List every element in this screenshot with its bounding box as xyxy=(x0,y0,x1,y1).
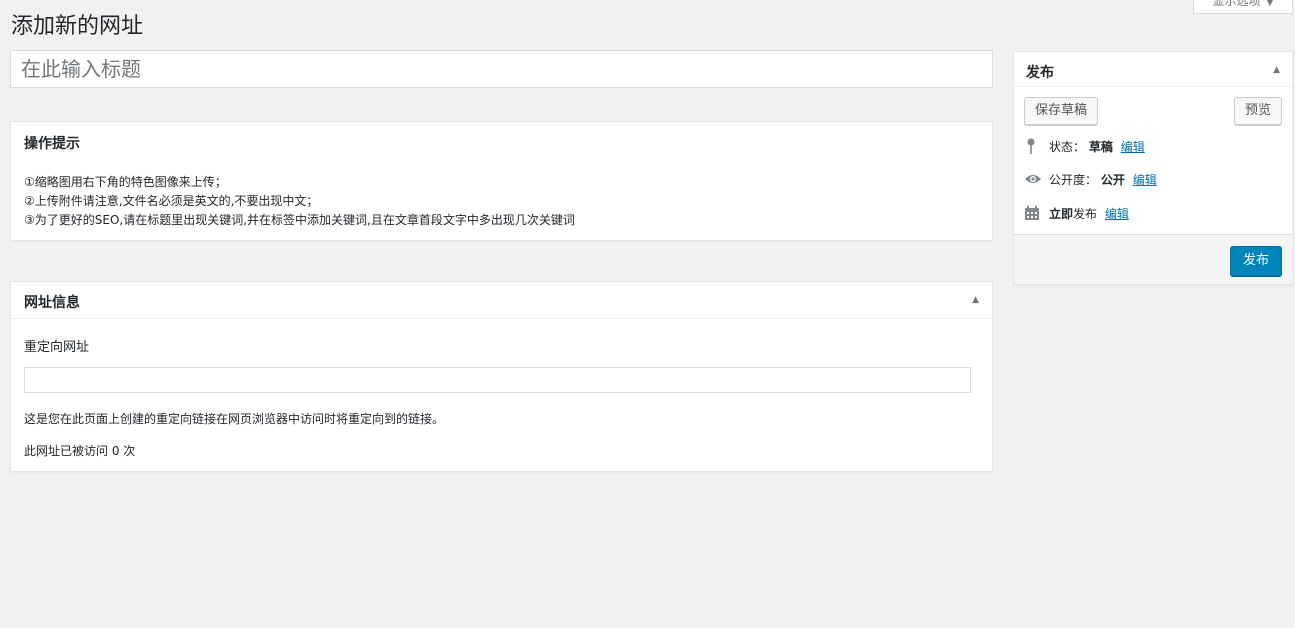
redirect-url-description: 这是您在此页面上创建的重定向链接在网页浏览器中访问时将重定向到的链接。 xyxy=(24,412,445,426)
save-draft-button[interactable]: 保存草稿 xyxy=(1024,97,1099,125)
post-title-input[interactable] xyxy=(10,50,993,88)
status-row: 状态： 草稿 编辑 xyxy=(1024,137,1145,158)
collapse-toggle-icon[interactable]: ▲ xyxy=(972,295,979,305)
edit-visibility-link[interactable]: 编辑 xyxy=(1133,173,1157,187)
triangle-down-icon: ▼ xyxy=(1266,0,1274,8)
notice-line: ③为了更好的SEO,请在标题里出现关键词,并在标签中添加关键词,且在文章首段文字… xyxy=(24,213,575,227)
calendar-icon xyxy=(1024,205,1042,224)
edit-schedule-link[interactable]: 编辑 xyxy=(1105,207,1129,221)
visit-count-text: 此网址已被访问 0 次 xyxy=(24,444,136,458)
visibility-value: 公开 xyxy=(1100,173,1125,187)
publish-box: 发布 ▲ 保存草稿 预览 状态： 草稿 编辑 公开度： 公开 编辑 立即发布 编… xyxy=(1013,51,1293,285)
edit-status-link[interactable]: 编辑 xyxy=(1121,140,1145,154)
notice-box-title: 操作提示 xyxy=(24,136,80,152)
schedule-label: 发布 xyxy=(1073,207,1098,221)
schedule-immediate: 立即 xyxy=(1049,207,1074,221)
notice-box: 操作提示 ①缩略图用右下角的特色图像来上传； ②上传附件请注意,文件名必须是英文… xyxy=(10,121,993,241)
preview-button[interactable]: 预览 xyxy=(1233,97,1282,125)
url-info-title: 网址信息 xyxy=(24,295,80,311)
status-label: 状态： xyxy=(1049,140,1086,154)
status-value: 草稿 xyxy=(1088,140,1113,154)
pin-icon xyxy=(1024,137,1042,158)
visibility-row: 公开度： 公开 编辑 xyxy=(1024,171,1157,189)
url-info-box: 网址信息 ▲ 重定向网址 这是您在此页面上创建的重定向链接在网页浏览器中访问时将… xyxy=(10,281,993,472)
publish-actions: 发布 xyxy=(1014,234,1292,284)
redirect-url-label: 重定向网址 xyxy=(24,340,90,355)
redirect-url-input[interactable] xyxy=(24,367,971,393)
screen-options-label: 显示选项 xyxy=(1212,0,1261,8)
screen-options-button[interactable]: 显示选项 ▼ xyxy=(1193,0,1293,14)
publish-box-title: 发布 xyxy=(1026,65,1054,81)
notice-line: ②上传附件请注意,文件名必须是英文的,不要出现中文； xyxy=(24,194,319,208)
schedule-row: 立即发布 编辑 xyxy=(1024,205,1129,224)
visibility-label: 公开度： xyxy=(1049,173,1098,187)
divider xyxy=(1014,86,1292,87)
collapse-toggle-icon[interactable]: ▲ xyxy=(1273,65,1280,75)
eye-icon xyxy=(1024,172,1042,189)
notice-line: ①缩略图用右下角的特色图像来上传； xyxy=(24,175,227,189)
divider xyxy=(11,318,992,319)
page-title: 添加新的网址 xyxy=(11,14,144,39)
publish-button[interactable]: 发布 xyxy=(1229,246,1282,276)
